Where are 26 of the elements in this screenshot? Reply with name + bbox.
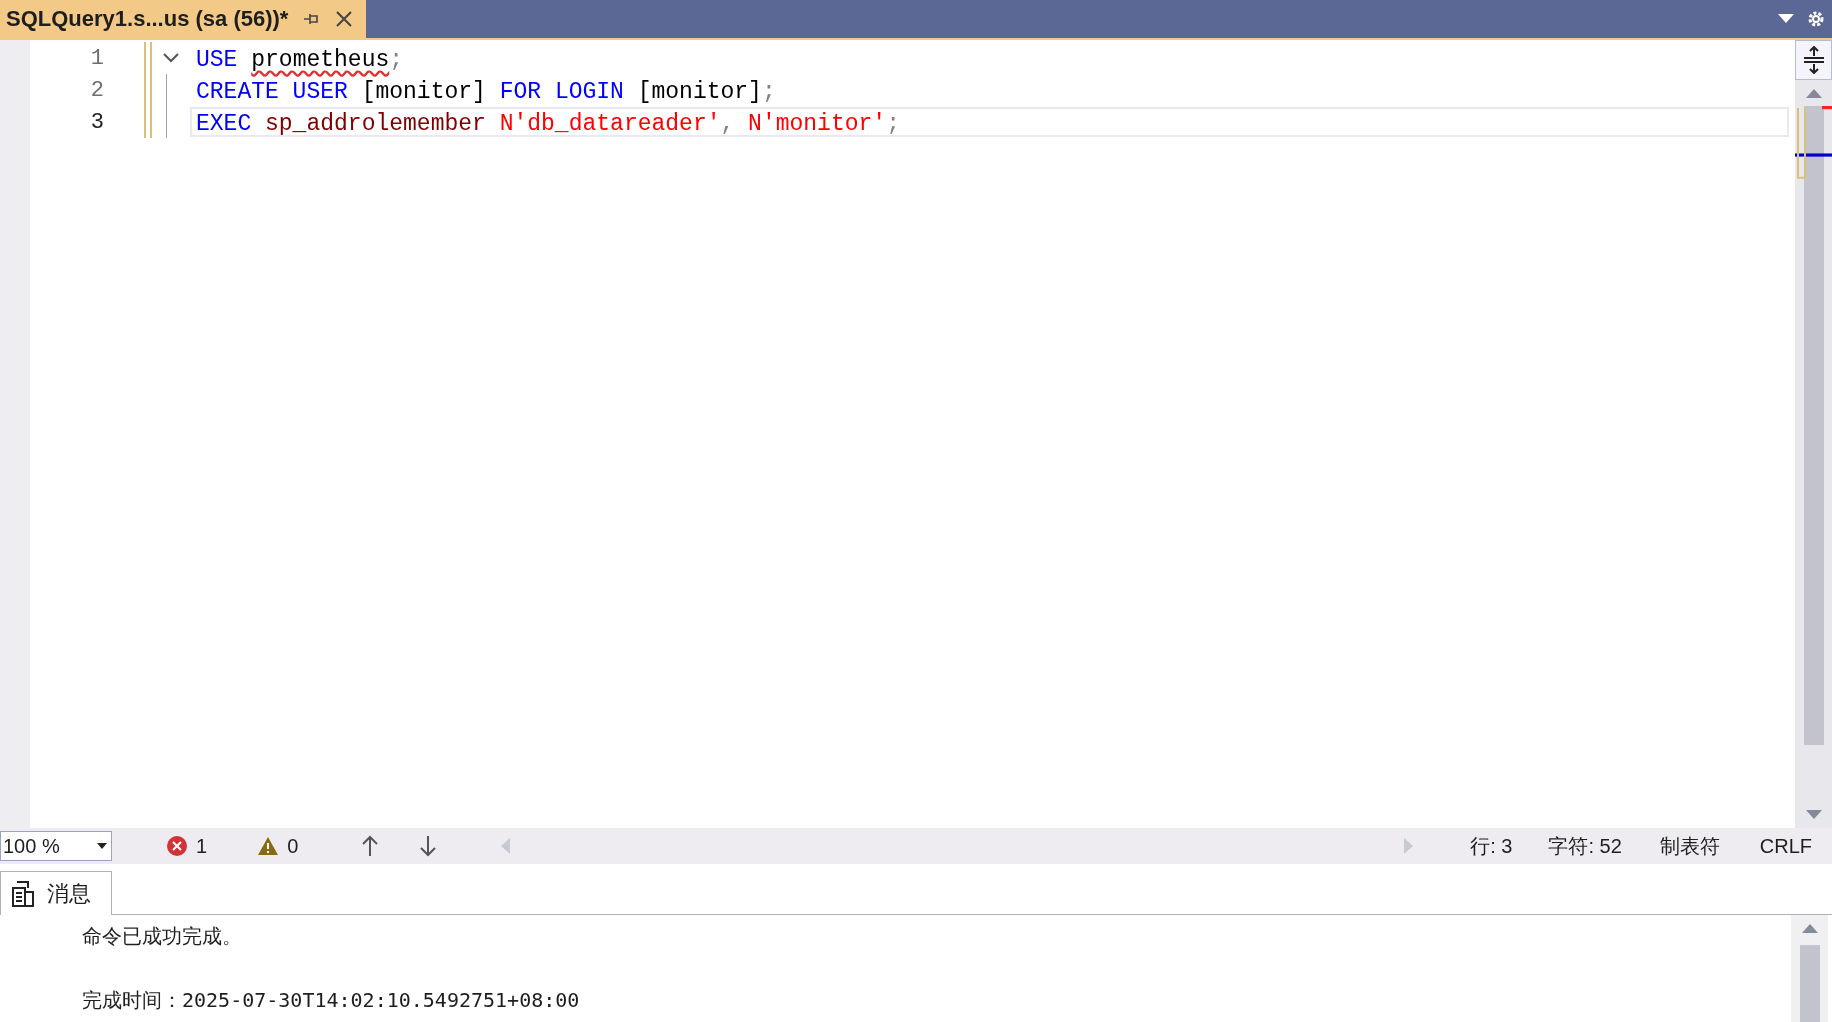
caret-icon (97, 843, 107, 849)
scrollbar-thumb[interactable] (1799, 945, 1820, 1022)
error-icon (166, 835, 188, 857)
message-text: 完成时间：2025-07-30T14:02:10.5492751+08:00 (82, 987, 581, 1014)
code-line: USE prometheus; (195, 46, 405, 73)
code-line: CREATE USER [monitor] FOR LOGIN [monitor]; (195, 78, 777, 105)
arrow-down-icon[interactable] (418, 835, 439, 857)
split-icon[interactable] (1795, 40, 1832, 80)
message-text: 命令已成功完成。 (82, 923, 243, 950)
collapse-icon[interactable] (162, 52, 180, 64)
document-tab[interactable]: SQLQuery1.s...us (sa (56))* (0, 0, 367, 38)
messages-tab[interactable]: 消息 (0, 871, 112, 915)
close-icon[interactable] (334, 9, 355, 29)
indent-mode[interactable]: 制表符 (1659, 832, 1720, 860)
char-position: 字符: 52 (1548, 833, 1622, 859)
warning-count[interactable]: 0 (257, 834, 299, 858)
line-number: 2 (89, 77, 104, 103)
line-number: 3 (89, 109, 104, 135)
document-icon (11, 880, 35, 907)
warning-icon (257, 836, 280, 856)
error-count[interactable]: 1 (166, 834, 208, 858)
line-ending[interactable]: CRLF (1759, 834, 1812, 858)
tab-title: SQLQuery1.s...us (sa (56))* (6, 6, 289, 32)
line-number: 1 (89, 45, 104, 71)
line-position: 行: 3 (1470, 833, 1513, 859)
zoom-dropdown[interactable]: 100 % (0, 831, 112, 861)
